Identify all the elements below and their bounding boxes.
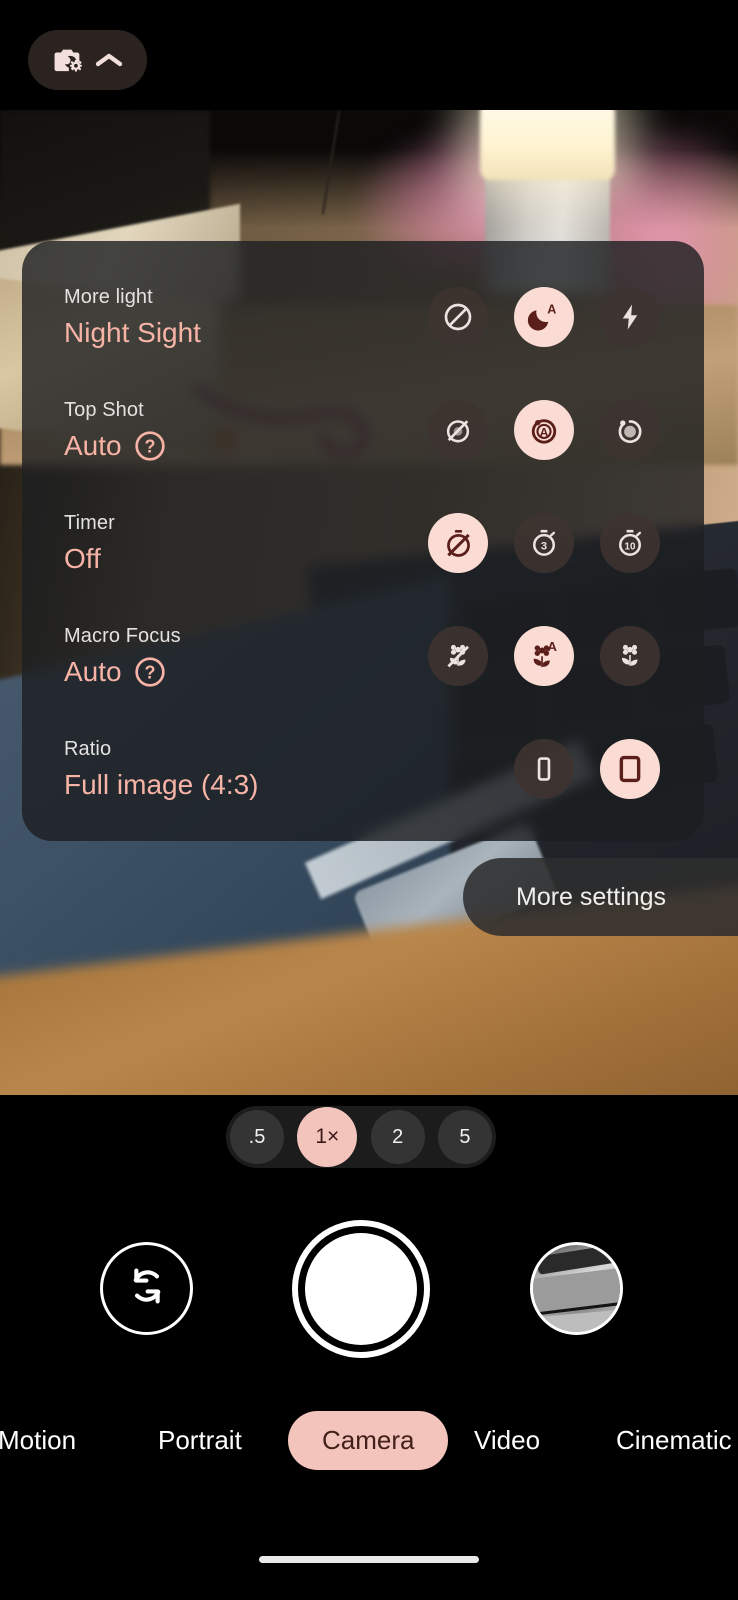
night-sight-auto-icon[interactable]: A [514, 287, 574, 347]
mode-camera[interactable]: Camera [288, 1410, 449, 1470]
help-icon[interactable]: ? [134, 656, 166, 688]
option-title: More light [64, 285, 153, 308]
option-label-timer: Timer Off [64, 512, 115, 575]
zoom-chip-5x[interactable]: 5 [437, 1110, 492, 1164]
zoom-chip-1x[interactable]: 1× [297, 1107, 358, 1167]
option-row-timer: Timer Off 3 10 [22, 487, 704, 599]
option-choices-top-shot: A [428, 400, 660, 460]
option-value: Auto ? [64, 656, 181, 688]
macro-off-icon[interactable] [428, 626, 488, 686]
svg-text:3: 3 [541, 541, 547, 553]
home-indicator[interactable] [259, 1556, 479, 1563]
help-icon[interactable]: ? [134, 430, 166, 462]
option-choices-ratio [514, 739, 660, 799]
flip-camera-button[interactable] [100, 1242, 193, 1335]
ratio-4-3-icon[interactable] [600, 739, 660, 799]
more-settings-label: More settings [516, 882, 667, 911]
ratio-9-16-icon[interactable] [514, 739, 574, 799]
svg-text:A: A [540, 426, 549, 440]
svg-text:A: A [547, 639, 557, 654]
top-shot-off-icon[interactable] [428, 400, 488, 460]
night-sight-off-icon[interactable] [428, 287, 488, 347]
mode-cinematic[interactable]: Cinematic [616, 1425, 732, 1456]
option-value: Auto ? [64, 430, 166, 462]
option-label-macro-focus: Macro Focus Auto ? [64, 625, 181, 688]
option-row-ratio: Ratio Full image (4:3) [22, 713, 704, 825]
mode-motion[interactable]: Motion [0, 1425, 76, 1456]
timer-3s-icon[interactable]: 3 [514, 513, 574, 573]
option-row-macro-focus: Macro Focus Auto ? A [22, 600, 704, 712]
zoom-level-bar: .5 1× 2 5 [226, 1106, 496, 1168]
option-title: Timer [64, 511, 115, 534]
option-choices-timer: 3 10 [428, 513, 660, 573]
top-bar [0, 0, 738, 110]
option-choices-macro-focus: A [428, 626, 660, 686]
mode-selector: Motion Portrait Camera Video Cinematic [0, 1404, 738, 1476]
preview-lamp-light [480, 110, 615, 180]
chevron-up-icon [94, 50, 124, 70]
svg-text:?: ? [144, 436, 155, 456]
camera-app-screen: More light Night Sight A Top Shot Auto ?… [0, 0, 738, 1600]
zoom-chip-0.5x[interactable]: .5 [230, 1110, 284, 1164]
option-choices-more-light: A [428, 287, 660, 347]
thumbnail-key-bottom [533, 1308, 620, 1332]
camera-settings-icon [52, 45, 86, 75]
mode-video[interactable]: Video [474, 1425, 540, 1456]
flip-camera-icon [122, 1261, 172, 1316]
svg-text:A: A [547, 303, 556, 317]
last-photo-thumbnail[interactable] [530, 1242, 623, 1335]
timer-off-icon[interactable] [428, 513, 488, 573]
timer-10s-icon[interactable]: 10 [600, 513, 660, 573]
top-shot-on-icon[interactable] [600, 400, 660, 460]
option-value: Full image (4:3) [64, 768, 259, 800]
macro-on-icon[interactable] [600, 626, 660, 686]
shutter-inner [305, 1233, 417, 1345]
option-title: Ratio [64, 737, 112, 760]
option-label-ratio: Ratio Full image (4:3) [64, 738, 259, 801]
macro-auto-icon[interactable]: A [514, 626, 574, 686]
option-label-top-shot: Top Shot Auto ? [64, 399, 166, 462]
option-row-more-light: More light Night Sight A [22, 261, 704, 373]
quick-settings-panel: More light Night Sight A Top Shot Auto ?… [22, 241, 704, 841]
svg-text:10: 10 [625, 541, 636, 552]
option-row-top-shot: Top Shot Auto ? A [22, 374, 704, 486]
top-shot-auto-icon[interactable]: A [514, 400, 574, 460]
svg-text:?: ? [144, 662, 155, 682]
more-settings-button[interactable]: More settings [463, 858, 738, 936]
camera-settings-toggle[interactable] [28, 30, 147, 90]
zoom-chip-2x[interactable]: 2 [370, 1110, 425, 1164]
mode-portrait[interactable]: Portrait [158, 1425, 242, 1456]
option-label-more-light: More light Night Sight [64, 286, 201, 349]
option-value: Off [64, 542, 101, 574]
option-title: Top Shot [64, 398, 144, 421]
option-title: Macro Focus [64, 624, 181, 647]
shutter-button[interactable] [292, 1220, 430, 1358]
flash-on-icon[interactable] [600, 287, 660, 347]
option-value: Night Sight [64, 316, 201, 348]
